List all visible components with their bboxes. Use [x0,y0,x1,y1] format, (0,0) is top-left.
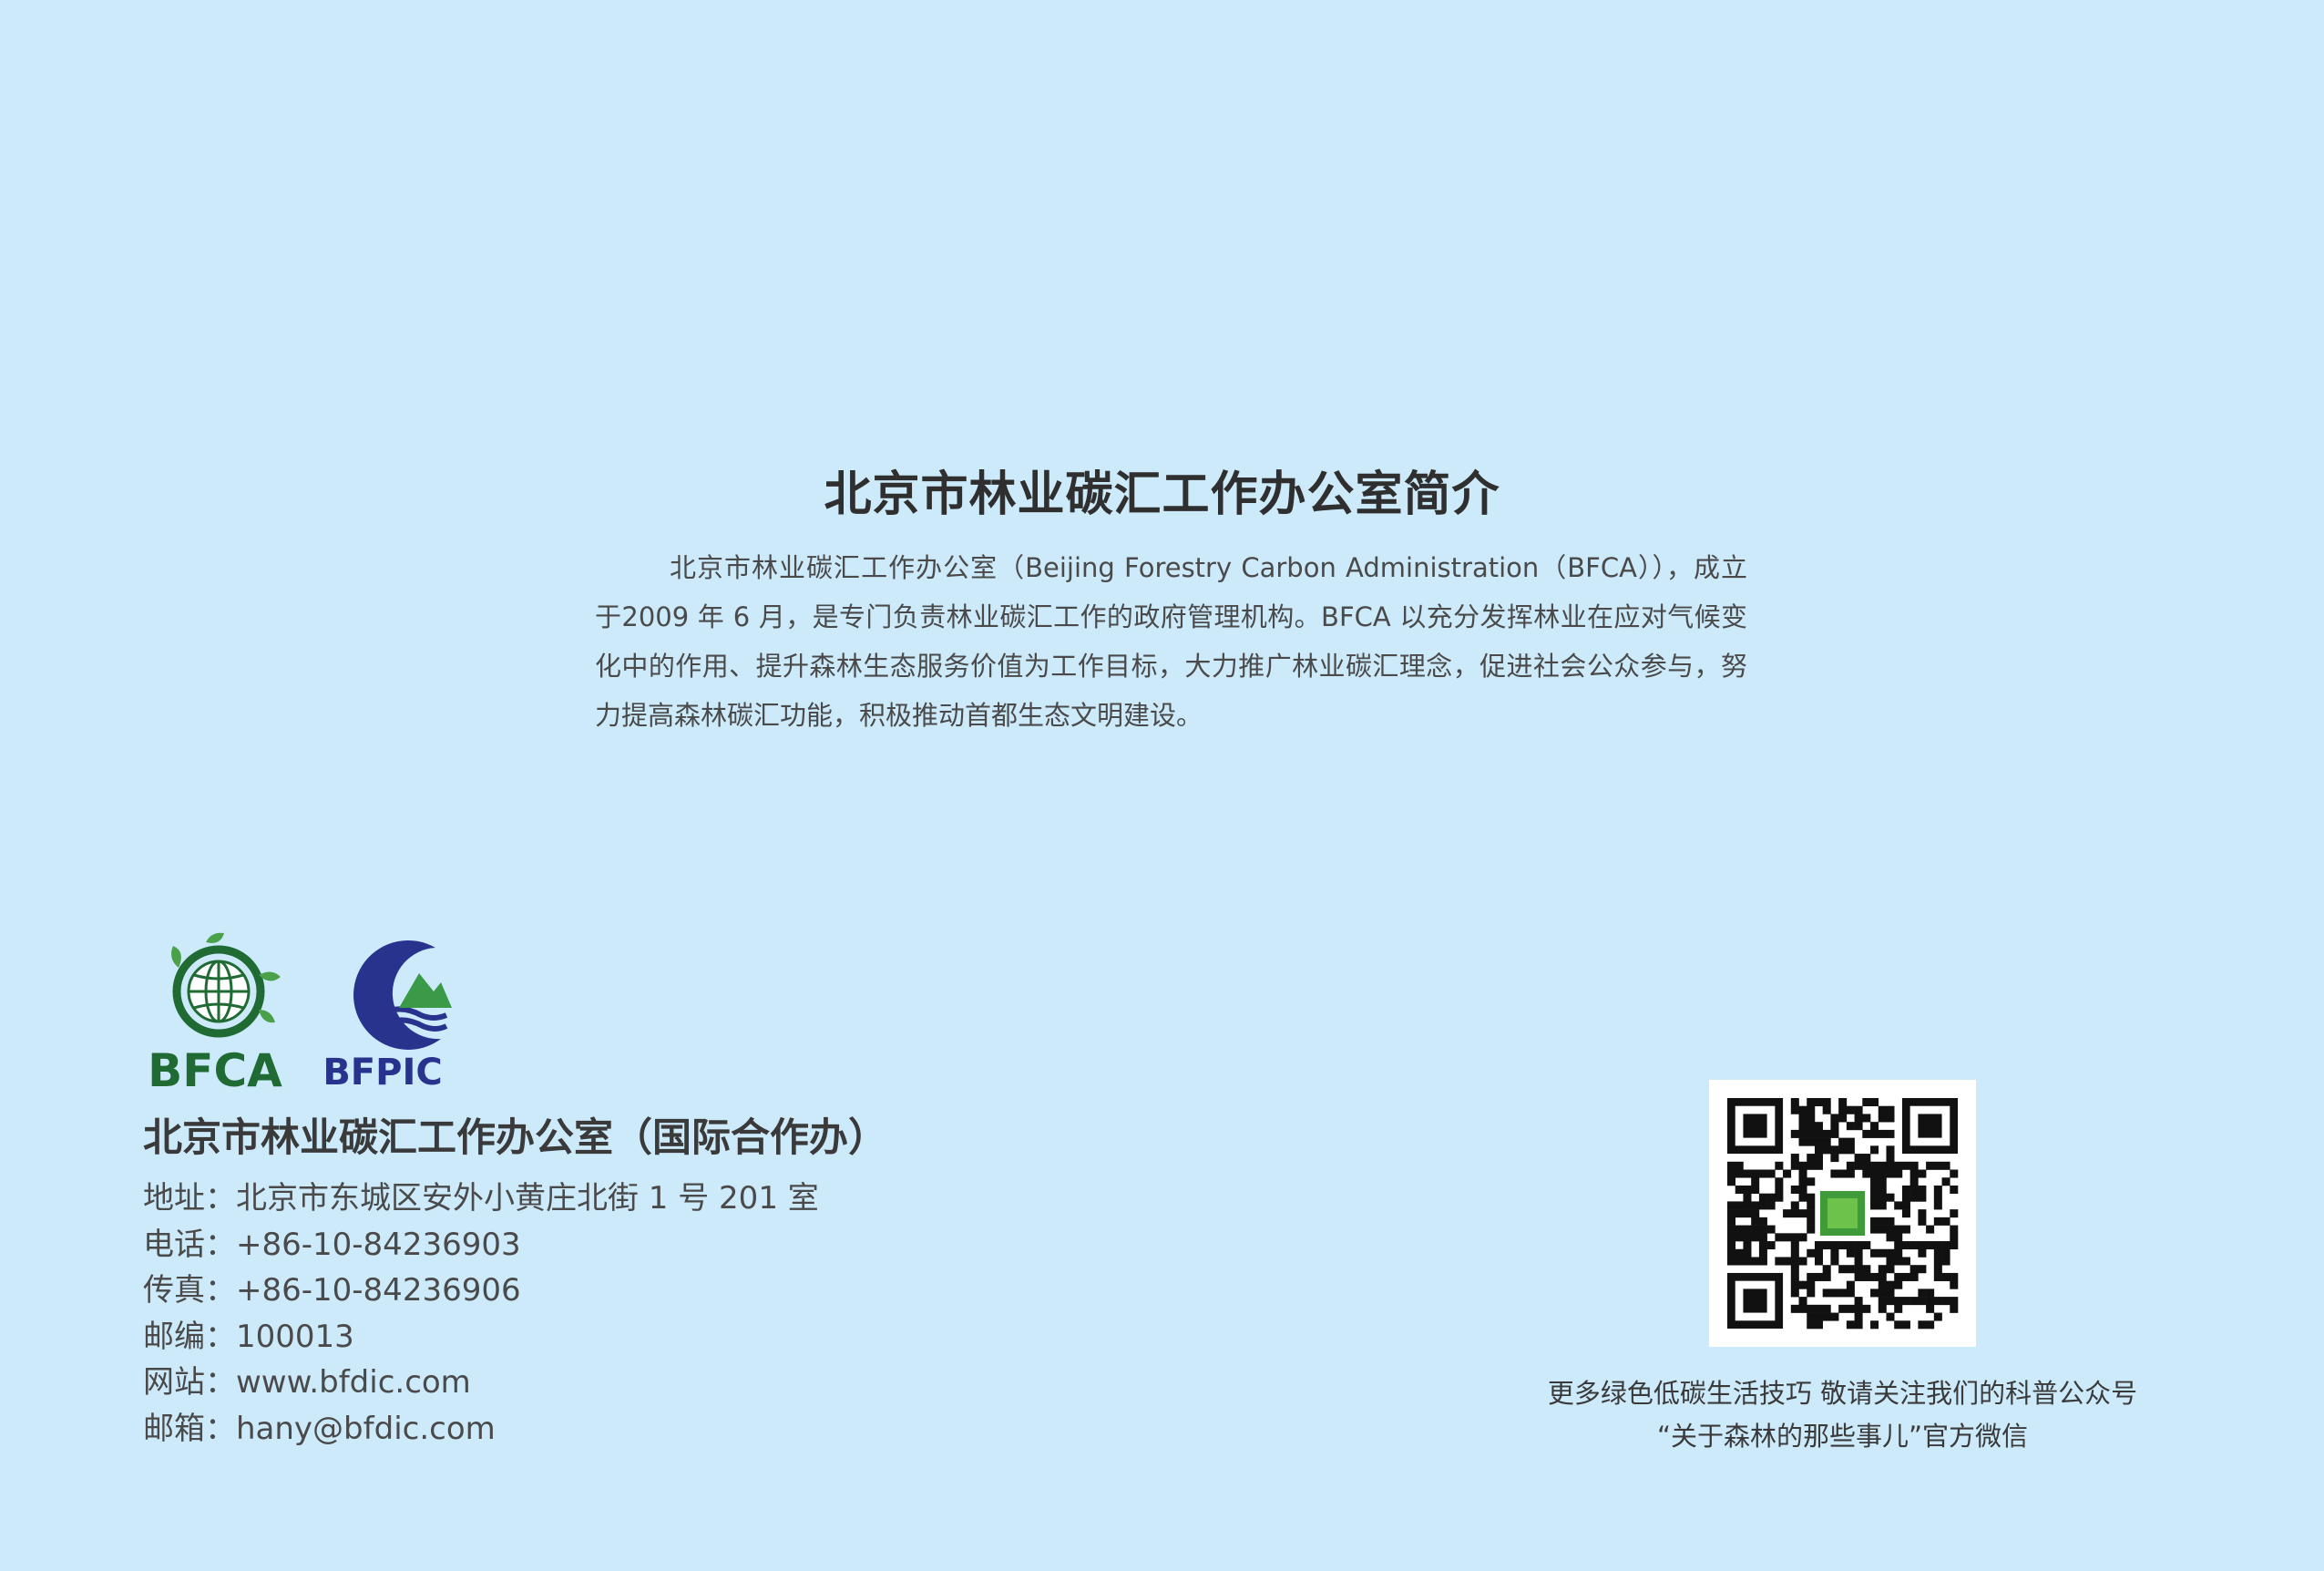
email-label: 邮箱： [143,1410,236,1447]
intro-body: 北京市林业碳汇工作办公室（Beijing Forestry Carbon Adm… [595,552,1747,731]
website-label: 网站： [143,1364,236,1401]
wechat-qr-code [1709,1080,1976,1347]
address-label: 地址： [143,1180,236,1217]
qr-caption-line2: “关于森林的那些事儿”官方微信 [1656,1421,2029,1452]
fax-value: +86-10-84236906 [236,1272,521,1309]
qr-code-icon [1727,1098,1959,1330]
postcode-value: 100013 [236,1318,354,1355]
website-link[interactable]: www.bfdic.com [236,1364,471,1401]
email-link[interactable]: hany@bfdic.com [236,1411,496,1447]
crescent-mountain-icon: BFPIC [322,940,452,1094]
qr-caption: 更多绿色低碳生活技巧 敬请关注我们的科普公众号 “关于森林的那些事儿”官方微信 [1458,1372,2227,1458]
phone-label: 电话： [143,1226,236,1263]
bfca-logo-text: BFCA [148,1044,282,1094]
postcode-label: 邮编： [143,1318,236,1355]
address-line: 地址：北京市东城区安外小黄庄北街 1 号 201 室 [143,1176,1054,1222]
address-value: 北京市东城区安外小黄庄北街 1 号 201 室 [236,1180,819,1217]
intro-title: 北京市林业碳汇工作办公室简介 [824,467,1500,522]
qr-caption-line1: 更多绿色低碳生活技巧 敬请关注我们的科普公众号 [1547,1378,2138,1409]
bfpic-logo-text: BFPIC [322,1052,442,1094]
fax-line: 传真：+86-10-84236906 [143,1268,1054,1314]
email-line: 邮箱：hany@bfdic.com [143,1406,1054,1453]
globe-leaf-icon: BFCA [148,932,282,1094]
bfca-logo: BFCA [142,931,288,1094]
fax-label: 传真： [143,1272,236,1309]
postcode-line: 邮编：100013 [143,1314,1054,1361]
phone-line: 电话：+86-10-84236903 [143,1222,1054,1268]
phone-value: +86-10-84236903 [236,1226,521,1263]
org-name: 北京市林业碳汇工作办公室（国际合作办） [143,1115,887,1161]
website-line: 网站：www.bfdic.com [143,1360,1054,1406]
contact-block: 北京市林业碳汇工作办公室（国际合作办） 地址：北京市东城区安外小黄庄北街 1 号… [143,1110,1054,1452]
bfpic-logo: BFPIC [319,931,456,1094]
